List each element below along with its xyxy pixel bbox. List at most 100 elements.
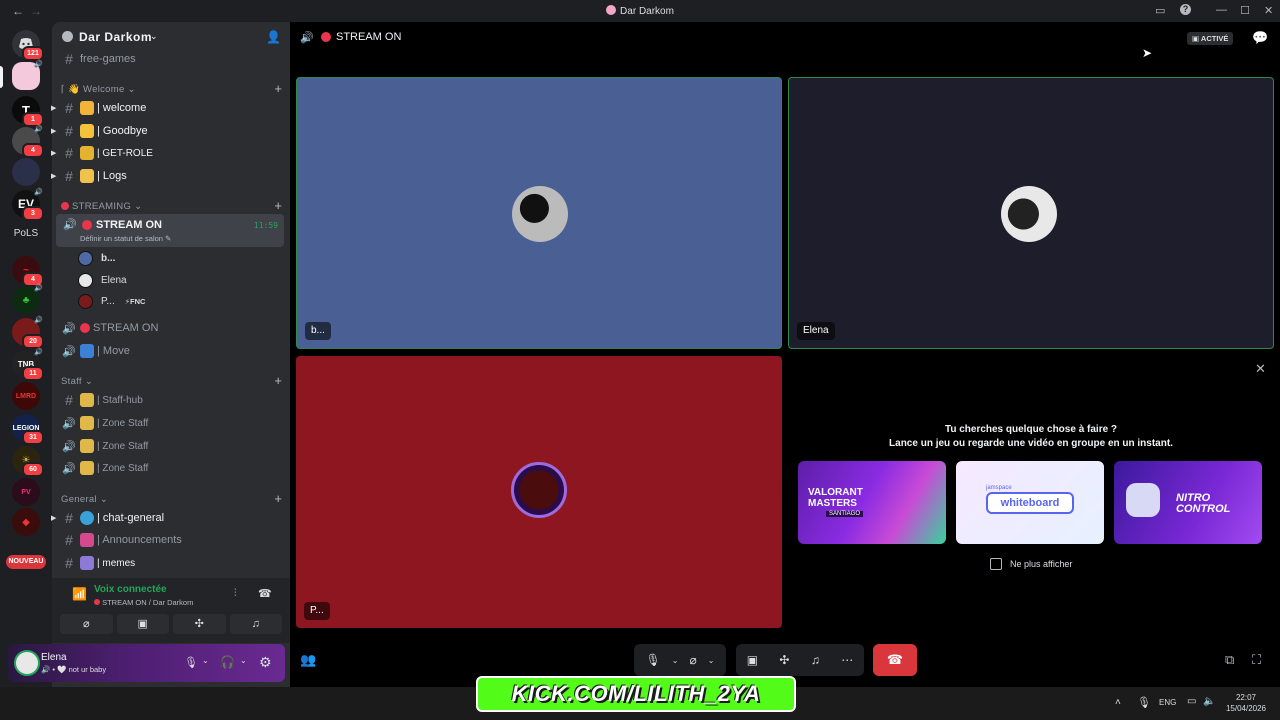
chevron-down-icon[interactable]: ⌄: [202, 656, 209, 665]
signal-icon[interactable]: 📶: [72, 587, 87, 601]
channel-zone-staff-2[interactable]: 🔊 | Zone Staff: [56, 436, 284, 456]
camera-off-icon[interactable]: ⌀: [690, 653, 697, 667]
avatar: [1001, 186, 1057, 242]
activity-line-1: Tu cherches quelque chose à faire ?: [944, 424, 1118, 435]
voice-member[interactable]: b...: [78, 249, 115, 267]
category-general[interactable]: General ⌄: [61, 494, 108, 505]
channel-goodbye[interactable]: ▶ # | Goodbye: [51, 121, 284, 141]
hash-icon: #: [65, 555, 73, 571]
category-staff[interactable]: Staff ⌄: [61, 376, 93, 387]
headset-icon[interactable]: 🎧: [220, 655, 235, 669]
server-7[interactable]: TNB 🔊 11: [12, 349, 44, 381]
server-ev[interactable]: EV 🔊 3: [12, 189, 44, 221]
server-8[interactable]: LMRD: [12, 382, 40, 410]
channel-welcome[interactable]: ▶ # | welcome: [51, 98, 284, 118]
soundboard-icon[interactable]: ♫: [811, 653, 820, 667]
chevron-down-icon[interactable]: ⌄: [240, 656, 247, 665]
server-3[interactable]: [12, 158, 40, 186]
activities-icon[interactable]: ✣: [779, 653, 789, 667]
server-12[interactable]: ◆: [12, 508, 40, 536]
voice-member[interactable]: P... ⚡FNC: [78, 292, 145, 310]
checkbox[interactable]: [990, 558, 1002, 570]
microphone-icon[interactable]: 🎙: [646, 653, 661, 667]
activity-card-valorant[interactable]: VALORANT MASTERS SANTIAGO: [798, 461, 946, 544]
chevron-down-icon[interactable]: ⌄: [672, 656, 679, 665]
video-tile[interactable]: Elena: [788, 77, 1274, 349]
channel-stream-on-2[interactable]: 🔊 STREAM ON: [56, 318, 284, 338]
direct-messages-button[interactable]: 121: [12, 30, 44, 61]
server-2[interactable]: 🔊 4: [12, 126, 44, 158]
add-channel-icon[interactable]: +: [274, 81, 282, 96]
server-10[interactable]: ☀ 60: [12, 446, 44, 477]
network-icon[interactable]: ▭: [1187, 696, 1196, 707]
activity-card-nitro-control[interactable]: NITRO CONTROL: [1114, 461, 1262, 544]
chevron-down-icon[interactable]: ⌄: [708, 656, 715, 665]
user-status[interactable]: 🔊 • 🤍 not ur baby: [41, 665, 106, 674]
channel-staff-hub[interactable]: # | Staff-hub: [56, 390, 284, 410]
channel-move[interactable]: 🔊 | Move: [56, 341, 284, 361]
channel-status-hint[interactable]: Définir un statut de salon ✎: [80, 234, 171, 243]
help-icon[interactable]: ?: [1180, 4, 1191, 15]
chevron-up-icon[interactable]: ˄: [1115, 697, 1121, 708]
channel-memes[interactable]: # | memes: [56, 553, 284, 573]
voice-status[interactable]: Voix connectée: [94, 584, 167, 595]
more-options-icon[interactable]: ⋯: [841, 653, 853, 667]
dont-show-again[interactable]: Ne plus afficher: [990, 557, 1072, 571]
hang-up-button[interactable]: ☎: [873, 644, 917, 676]
noise-suppression-icon[interactable]: ⫶: [234, 588, 237, 599]
microphone-icon[interactable]: 🎙: [1137, 696, 1151, 709]
server-4[interactable]: ~ 4: [12, 256, 44, 287]
close-window-button[interactable]: ✕: [1264, 4, 1273, 17]
fullscreen-icon[interactable]: ⛶: [1252, 652, 1261, 668]
channel-get-role[interactable]: ▶ # | GET-ROLE: [51, 143, 284, 163]
close-icon[interactable]: ✕: [1255, 361, 1266, 377]
avatar[interactable]: [14, 650, 40, 676]
server-pols[interactable]: PoLS: [0, 228, 52, 239]
add-channel-icon[interactable]: +: [274, 373, 282, 388]
video-tile[interactable]: b...: [296, 77, 782, 349]
clock[interactable]: 22:07 15/04/2026: [1222, 692, 1270, 714]
microphone-icon[interactable]: 🎙: [184, 656, 198, 669]
screen-share-icon[interactable]: ▣: [747, 653, 758, 667]
maximize-button[interactable]: ☐: [1240, 4, 1250, 17]
channel-label: | Goodbye: [97, 125, 148, 137]
server-11[interactable]: PV: [12, 478, 40, 506]
add-channel-icon[interactable]: +: [274, 198, 282, 213]
server-9[interactable]: LEGION 31: [12, 414, 44, 445]
soundboard-button[interactable]: ♫: [229, 614, 282, 634]
server-6[interactable]: 🔊 20: [12, 317, 44, 349]
gear-icon[interactable]: ⚙: [259, 654, 272, 671]
channel-stream-on-active[interactable]: 🔊 STREAM ON 11:59 Définir un statut de s…: [56, 214, 284, 247]
disconnect-icon[interactable]: ☎: [258, 587, 272, 600]
channel-logs[interactable]: ▶ # | Logs: [51, 166, 284, 186]
dm-badge: 121: [22, 46, 44, 61]
volume-icon[interactable]: 🔈: [1203, 696, 1215, 707]
category-welcome[interactable]: ⌈ 👋 Welcome ⌄: [61, 84, 136, 95]
channel-zone-staff-3[interactable]: 🔊 | Zone Staff: [56, 458, 284, 478]
server-t[interactable]: T 1: [12, 96, 44, 127]
channel-zone-staff-1[interactable]: 🔊 | Zone Staff: [56, 413, 284, 433]
active-status-badge[interactable]: ▣ ACTIVÉ: [1187, 32, 1234, 45]
pop-out-icon[interactable]: ⧉: [1225, 652, 1234, 668]
activity-card-whiteboard[interactable]: jamspace whiteboard: [956, 461, 1104, 544]
category-streaming[interactable]: STREAMING ⌄: [61, 201, 142, 212]
voice-member[interactable]: Elena: [78, 271, 127, 289]
minimize-button[interactable]: —: [1216, 4, 1227, 16]
channel-announcements[interactable]: # | Announcements: [56, 530, 284, 550]
channel-chat-general[interactable]: ▶ # | chat-general: [51, 508, 284, 528]
add-channel-icon[interactable]: +: [274, 491, 282, 506]
language-indicator[interactable]: ENG: [1159, 698, 1176, 707]
invite-people-icon[interactable]: 👤: [266, 30, 281, 44]
video-tile[interactable]: P...: [296, 356, 782, 628]
user-name[interactable]: Elena: [41, 652, 67, 663]
chat-icon[interactable]: 💬: [1252, 30, 1268, 46]
channel-free-games[interactable]: # free-games: [56, 49, 284, 69]
invite-icon[interactable]: 👥: [300, 652, 316, 668]
server-5[interactable]: ♣ 🔊: [12, 285, 43, 314]
inbox-icon[interactable]: ▭: [1155, 4, 1165, 17]
screen-share-button[interactable]: ▣: [116, 614, 169, 634]
voice-channel[interactable]: STREAM ON / Dar Darkom: [94, 598, 193, 607]
activities-button[interactable]: ✣: [173, 614, 226, 634]
camera-off-button[interactable]: ⌀: [60, 614, 113, 634]
server-dar-darkom[interactable]: 🔊: [12, 61, 43, 90]
